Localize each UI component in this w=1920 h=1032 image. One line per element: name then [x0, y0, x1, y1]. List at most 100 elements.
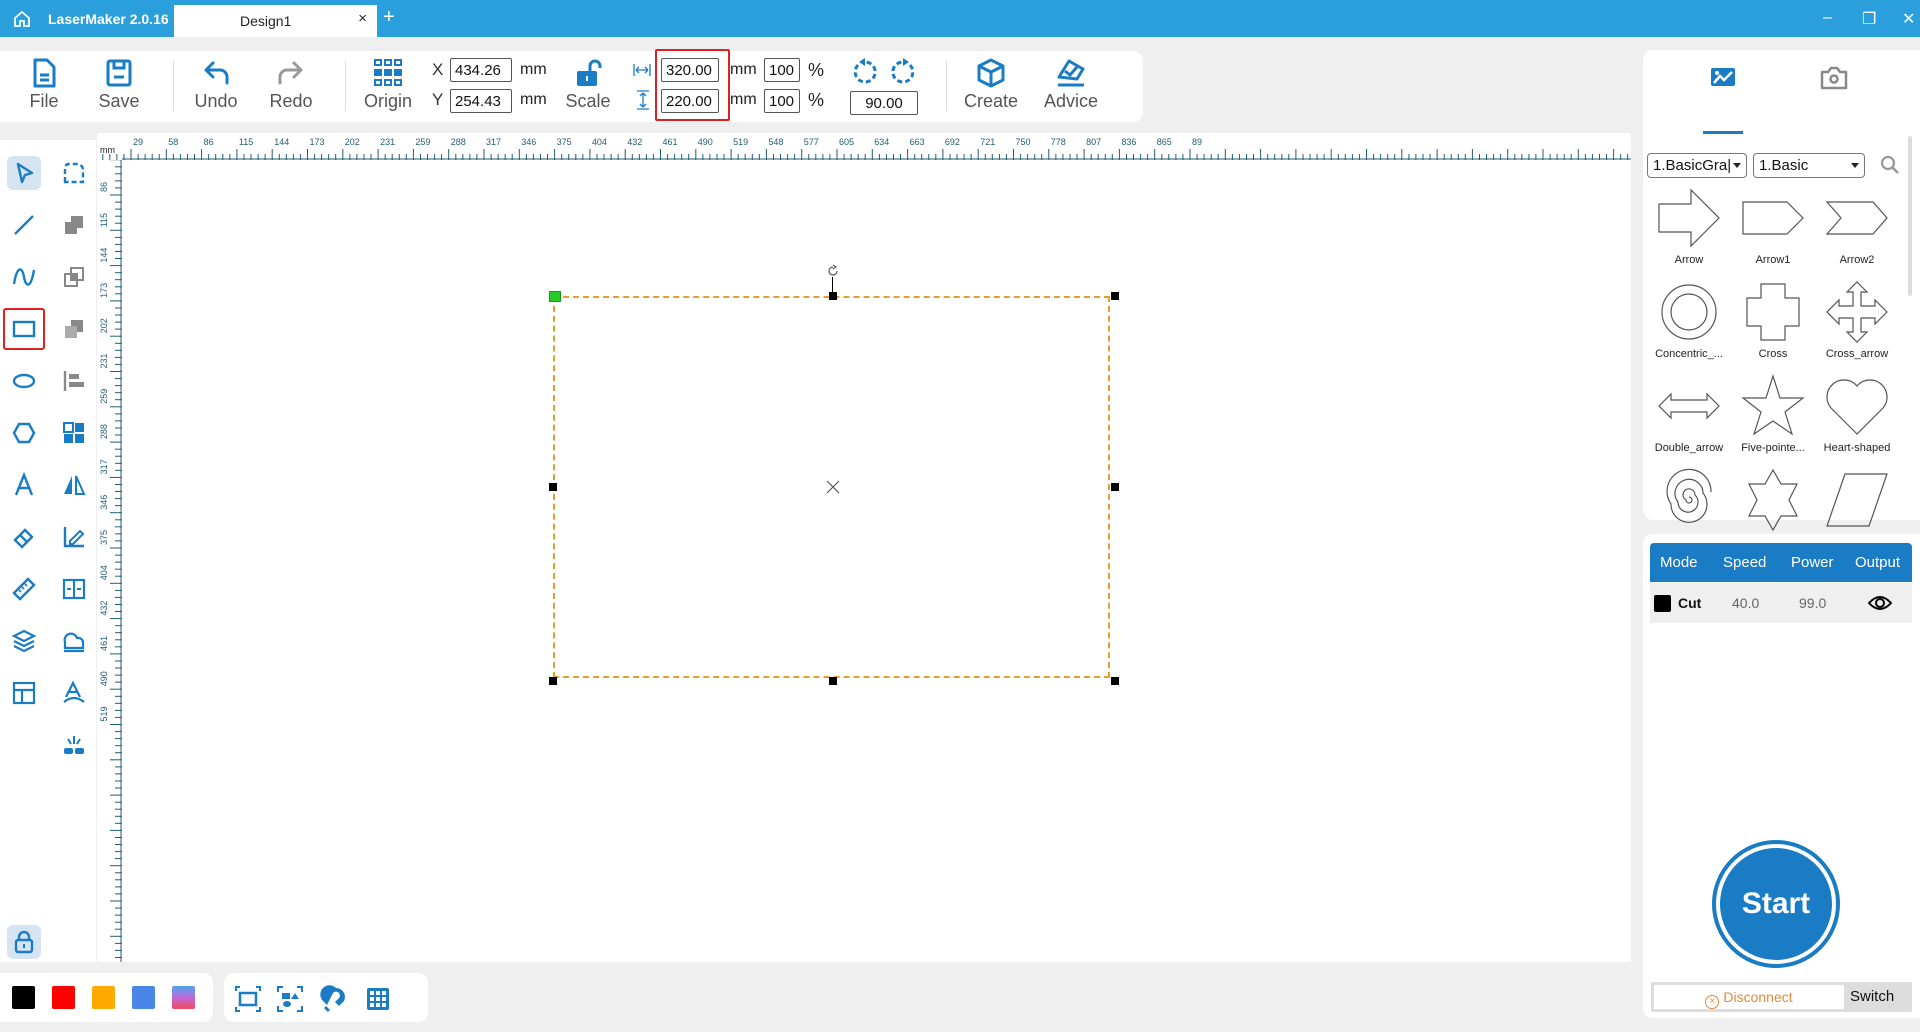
start-button[interactable]: Start — [1712, 840, 1840, 968]
subtract-icon — [65, 320, 83, 338]
snap-magnet-icon[interactable] — [319, 985, 347, 1013]
rectangle-tool[interactable] — [3, 308, 45, 350]
grid-icon[interactable] — [364, 985, 392, 1013]
graphics-tab-icon[interactable] — [1703, 58, 1743, 98]
text-tool[interactable] — [7, 468, 41, 502]
color-swatch[interactable] — [172, 986, 195, 1009]
camera-tab-icon[interactable] — [1814, 58, 1854, 98]
layer-row[interactable]: Cut 40.0 99.0 — [1650, 583, 1912, 623]
shape-item[interactable]: Concentric_... — [1647, 278, 1731, 372]
measure-edit-tool[interactable] — [57, 520, 91, 554]
subtract-tool[interactable] — [57, 312, 91, 346]
resize-handle-right[interactable] — [1111, 483, 1119, 491]
search-icon[interactable] — [1880, 155, 1900, 175]
fit-frame-icon[interactable] — [234, 985, 262, 1013]
laser-tool[interactable] — [57, 728, 91, 762]
create-button[interactable]: Create — [958, 57, 1024, 119]
color-swatch[interactable] — [132, 986, 155, 1009]
shape-parallelogram-icon — [1826, 473, 1888, 527]
minimize-button[interactable]: – — [1823, 9, 1832, 27]
offset-tool[interactable] — [57, 624, 91, 658]
category-select[interactable]: 1.BasicGra| — [1647, 153, 1747, 178]
union-icon — [65, 216, 83, 234]
resize-handle-left[interactable] — [549, 483, 557, 491]
x-position-input[interactable] — [450, 58, 512, 82]
height-percent-sign: % — [808, 90, 825, 110]
shape-cross-icon — [1746, 283, 1800, 341]
scale-lock-button[interactable]: Scale — [556, 57, 620, 119]
header-power: Power — [1791, 554, 1834, 571]
disconnect-button[interactable]: × Disconnect — [1654, 985, 1844, 1009]
shape-item[interactable]: Cross — [1731, 278, 1815, 372]
ruler-tick-label: 865 — [1157, 137, 1172, 147]
rotate-ccw-icon[interactable] — [850, 57, 880, 87]
ruler-tool[interactable] — [7, 572, 41, 606]
shape-item[interactable]: Arrow2 — [1815, 184, 1899, 278]
align-tool[interactable] — [57, 364, 91, 398]
close-window-button[interactable]: ✕ — [1902, 9, 1915, 29]
rotate-handle-icon[interactable] — [826, 264, 840, 278]
curve-tool[interactable] — [7, 260, 41, 294]
eye-icon[interactable] — [1868, 594, 1892, 612]
resize-handle-bottom[interactable] — [829, 677, 837, 685]
intersect-tool[interactable] — [57, 260, 91, 294]
shape-list-scrollbar[interactable] — [1908, 136, 1912, 296]
ruler-tick-label: 375 — [99, 530, 109, 545]
resize-handle-top-right[interactable] — [1111, 292, 1119, 300]
shape-item[interactable]: Cross_arrow — [1815, 278, 1899, 372]
node-edit-icon — [63, 162, 85, 184]
file-button[interactable]: File — [12, 57, 76, 119]
restore-button[interactable]: ❐ — [1862, 9, 1876, 29]
shape-item[interactable]: Five-pointe... — [1731, 372, 1815, 466]
text-path-tool[interactable] — [57, 676, 91, 710]
line-tool[interactable] — [7, 208, 41, 242]
shape-item[interactable]: Arrow — [1647, 184, 1731, 278]
width-unit: mm — [730, 61, 757, 78]
y-position-input[interactable] — [450, 89, 512, 113]
ellipse-tool[interactable] — [7, 364, 41, 398]
layer-color-swatch[interactable] — [1654, 595, 1671, 612]
ruler-tick-label: 259 — [415, 137, 430, 147]
layers-tool[interactable] — [7, 624, 41, 658]
eraser-tool[interactable] — [7, 520, 41, 554]
ruler-tick-label: 490 — [99, 671, 109, 686]
tab-design1[interactable]: Design1 × — [174, 5, 377, 37]
height-percent-input[interactable] — [764, 89, 800, 113]
polygon-tool[interactable] — [7, 416, 41, 450]
node-edit-tool[interactable] — [57, 156, 91, 190]
lock-button[interactable] — [7, 925, 41, 959]
rotate-cw-icon[interactable] — [888, 57, 918, 87]
shape-item[interactable]: Arrow1 — [1731, 184, 1815, 278]
line-icon — [14, 215, 34, 235]
width-percent-input[interactable] — [764, 58, 800, 82]
advice-button[interactable]: Advice — [1038, 57, 1104, 119]
origin-handle[interactable] — [549, 291, 561, 302]
resize-handle-top[interactable] — [829, 292, 837, 300]
subcategory-select[interactable]: 1.Basic — [1753, 153, 1865, 178]
color-swatch[interactable] — [52, 986, 75, 1009]
toolbar-divider — [946, 61, 947, 111]
layout-tool[interactable] — [7, 676, 41, 710]
save-button[interactable]: Save — [87, 57, 151, 119]
home-icon[interactable] — [12, 9, 32, 29]
select-tool[interactable] — [7, 156, 41, 190]
resize-handle-bottom-left[interactable] — [549, 677, 557, 685]
resize-handle-bottom-right[interactable] — [1111, 677, 1119, 685]
color-swatch[interactable] — [92, 986, 115, 1009]
redo-button[interactable]: Redo — [259, 57, 323, 119]
rotation-input[interactable] — [850, 91, 918, 115]
design-canvas[interactable] — [122, 160, 1631, 962]
shape-item[interactable]: Double_arrow — [1647, 372, 1731, 466]
close-tab-icon[interactable]: × — [358, 10, 367, 27]
shape-item[interactable]: Heart-shaped — [1815, 372, 1899, 466]
origin-button[interactable]: Origin — [356, 57, 420, 119]
undo-button[interactable]: Undo — [184, 57, 248, 119]
color-swatch[interactable] — [12, 986, 35, 1009]
mirror-tool[interactable] — [57, 468, 91, 502]
array-tool[interactable] — [57, 416, 91, 450]
union-tool[interactable] — [57, 208, 91, 242]
fit-objects-icon[interactable] — [276, 985, 304, 1013]
fit-tool[interactable] — [57, 572, 91, 606]
new-tab-button[interactable]: + — [383, 6, 395, 29]
switch-button[interactable]: Switch — [1850, 988, 1894, 1005]
